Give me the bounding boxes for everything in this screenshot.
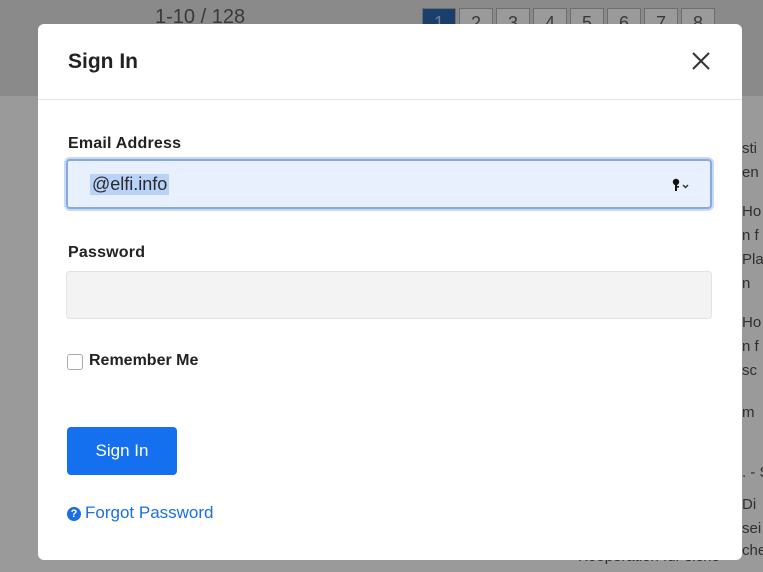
email-value: @elfi.info <box>90 174 170 195</box>
close-button[interactable] <box>686 46 716 76</box>
remember-me-checkbox[interactable] <box>67 354 83 370</box>
sign-in-dialog: Sign In Email Address @elfi.info Passwor… <box>38 24 742 560</box>
password-label: Password <box>68 244 146 261</box>
forgot-password-label: Forgot Password <box>85 503 214 522</box>
background-text: sei <box>742 520 762 537</box>
background-text: sti <box>742 140 757 157</box>
background-text: n <box>742 275 751 292</box>
background-text: n f <box>742 338 759 355</box>
background-text: n f <box>742 227 759 244</box>
close-icon <box>692 52 710 70</box>
dialog-title: Sign In <box>68 50 138 73</box>
background-text: en <box>742 164 759 181</box>
dialog-header: Sign In <box>38 24 742 100</box>
forgot-password-link[interactable]: ? Forgot Password <box>67 503 214 523</box>
key-icon[interactable] <box>672 177 692 193</box>
background-text: Pla <box>742 251 763 268</box>
background-text: . - S <box>742 464 763 481</box>
question-circle-icon: ? <box>67 507 81 521</box>
background-text: che <box>742 542 763 559</box>
background-text: sc <box>742 362 757 379</box>
password-field[interactable] <box>66 271 712 319</box>
background-text: Di <box>742 496 757 513</box>
background-text: Ho <box>742 203 762 220</box>
background-text: Ho <box>742 314 762 331</box>
email-field[interactable]: @elfi.info <box>66 159 712 209</box>
sign-in-button[interactable]: Sign In <box>67 427 177 475</box>
background-text: m <box>742 404 755 421</box>
email-label: Email Address <box>68 135 182 152</box>
remember-me-label[interactable]: Remember Me <box>89 352 198 370</box>
